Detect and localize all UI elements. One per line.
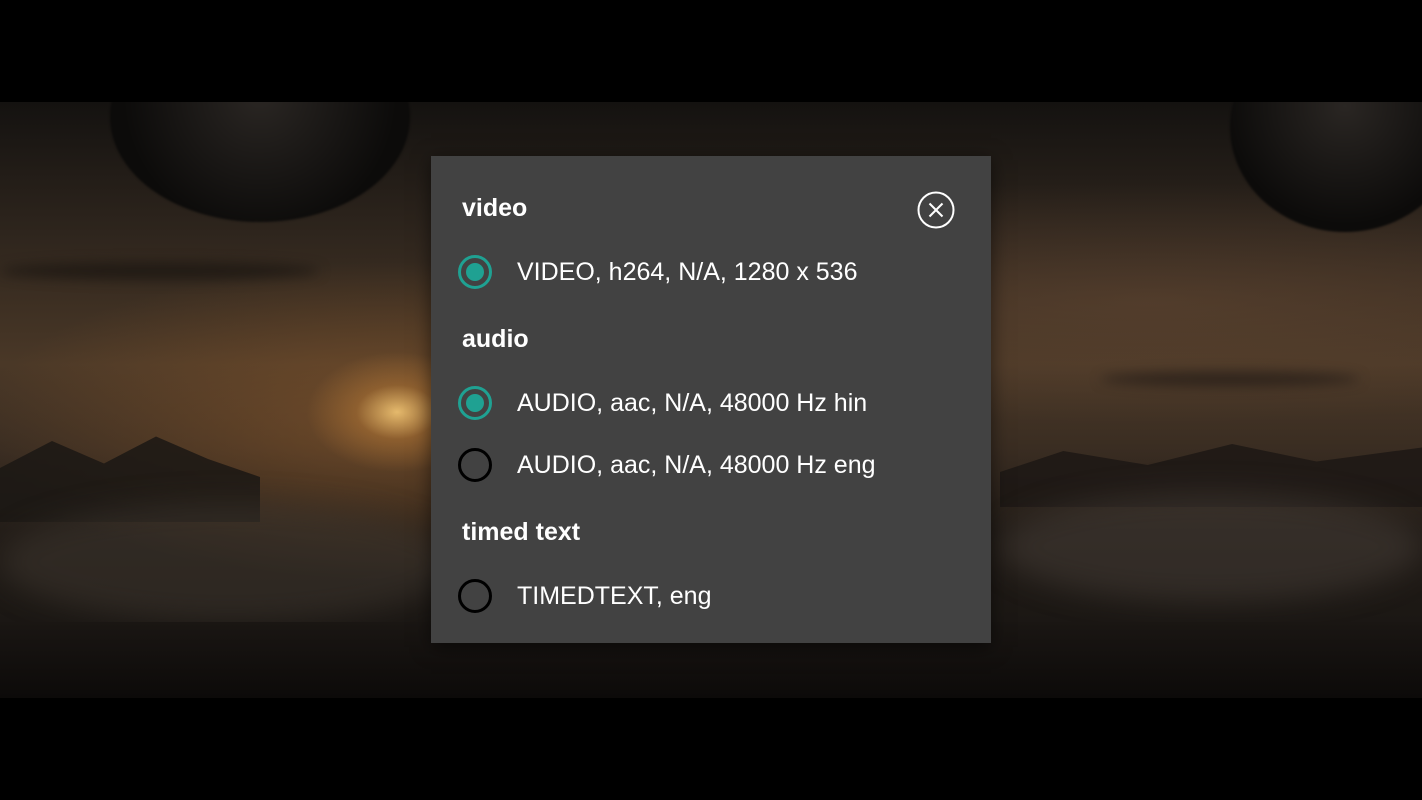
video-scene-shape (0, 502, 460, 622)
radio-button-checked[interactable] (458, 255, 492, 289)
video-scene-shape (0, 262, 320, 280)
timed-text-option-eng[interactable]: TIMEDTEXT, eng (458, 572, 968, 620)
video-track-option[interactable]: VIDEO, h264, N/A, 1280 x 536 (458, 248, 968, 296)
video-player: video VIDEO, h264, N/A, 1280 x 536 audio… (0, 0, 1422, 800)
radio-button-unchecked[interactable] (458, 448, 492, 482)
option-label: AUDIO, aac, N/A, 48000 Hz hin (517, 388, 868, 417)
radio-button-checked[interactable] (458, 386, 492, 420)
radio-dot (466, 394, 484, 412)
option-label: VIDEO, h264, N/A, 1280 x 536 (517, 257, 858, 286)
close-circle-icon (917, 191, 955, 229)
video-scene-shape (1000, 492, 1422, 602)
section-title-video: video (462, 194, 528, 222)
close-button[interactable] (917, 191, 955, 229)
track-selection-dialog: video VIDEO, h264, N/A, 1280 x 536 audio… (431, 156, 991, 643)
video-scene-shape (110, 102, 410, 222)
option-label: AUDIO, aac, N/A, 48000 Hz eng (517, 450, 876, 479)
section-title-audio: audio (462, 325, 529, 353)
option-label: TIMEDTEXT, eng (517, 581, 712, 610)
audio-track-option-hin[interactable]: AUDIO, aac, N/A, 48000 Hz hin (458, 379, 968, 427)
audio-track-option-eng[interactable]: AUDIO, aac, N/A, 48000 Hz eng (458, 441, 968, 489)
radio-button-unchecked[interactable] (458, 579, 492, 613)
section-title-timed-text: timed text (462, 518, 581, 546)
video-scene-shape (1230, 102, 1422, 232)
video-scene-shape (1100, 372, 1360, 386)
radio-dot (466, 263, 484, 281)
